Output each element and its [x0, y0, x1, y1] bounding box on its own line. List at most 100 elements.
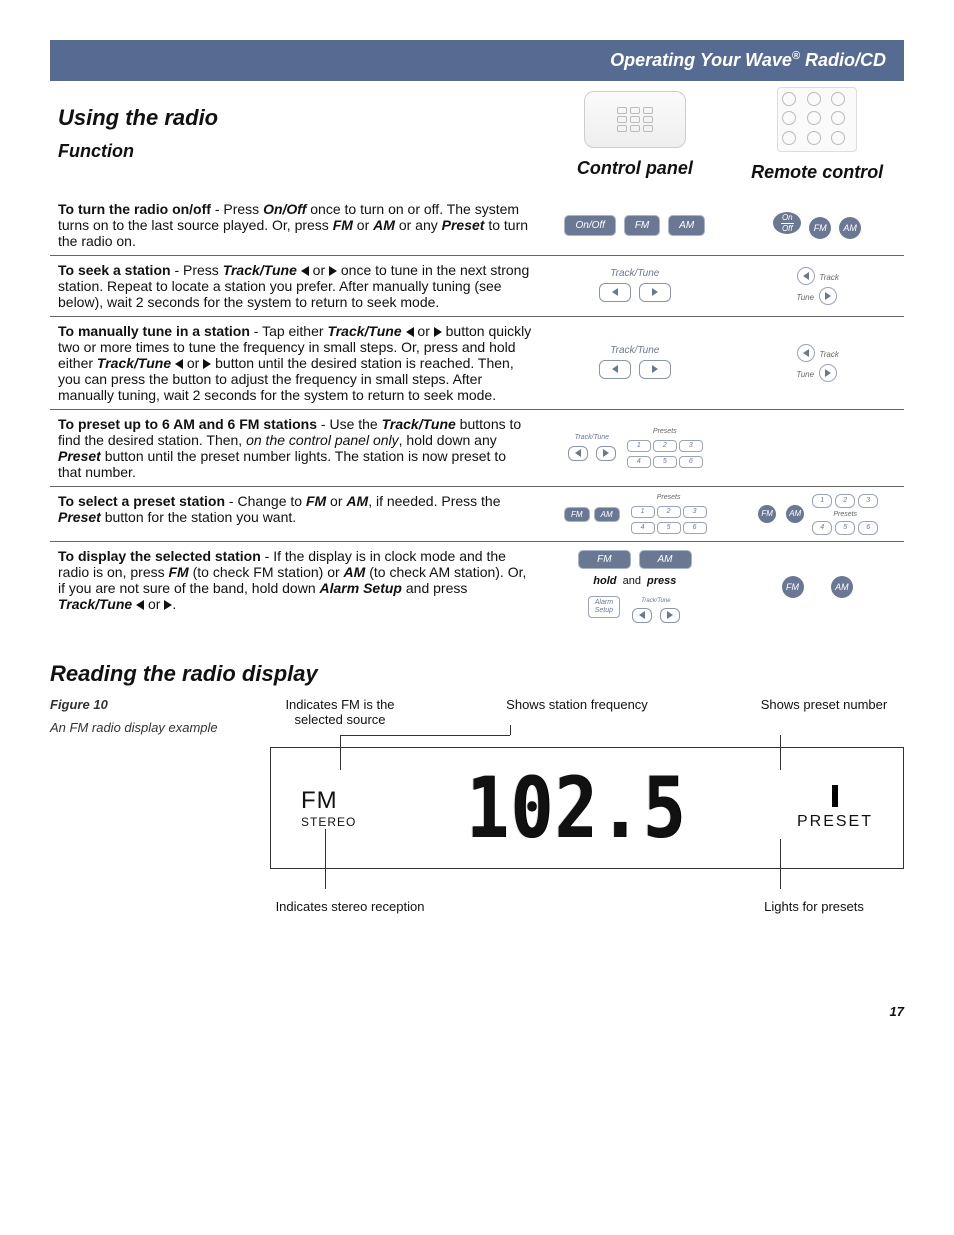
cp-track-prev[interactable]: [632, 608, 652, 623]
triangle-right-icon: [164, 600, 172, 610]
cp-track-next[interactable]: [639, 283, 671, 302]
function-cell: To turn the radio on/off - Press On/Off …: [50, 195, 539, 256]
triangle-left-icon: [612, 288, 618, 296]
triangle-right-icon: [434, 327, 442, 337]
rc-preset-4[interactable]: 4: [812, 521, 832, 535]
cp-fm-button[interactable]: FM: [564, 507, 590, 522]
hold-and-press: hold and press: [547, 575, 722, 587]
cp-preset-3[interactable]: 3: [679, 440, 703, 452]
cp-track-next[interactable]: [660, 608, 680, 623]
cp-fm-button[interactable]: FM: [624, 215, 660, 236]
remote-cell: FM AM: [730, 542, 904, 632]
cp-alarm-setup[interactable]: AlarmSetup: [588, 596, 620, 618]
lcd-frame: FM STEREO 102.5 PRESET: [270, 747, 904, 869]
radio-function-table: Using the radio Function Control panel R…: [50, 81, 904, 631]
figure-label: Figure 10: [50, 697, 250, 712]
cp-fmam: FM AM: [562, 504, 622, 524]
function-lead: To select a preset station: [58, 493, 225, 509]
cp-preset-6[interactable]: 6: [683, 522, 707, 534]
function-cell: To manually tune in a station - Tap eith…: [50, 317, 539, 410]
rc-preset-6[interactable]: 6: [858, 521, 878, 535]
section2-title: Reading the radio display: [50, 661, 904, 687]
control-panel-cell: Track/Tune: [539, 256, 730, 317]
page: Operating Your Wave® Radio/CD Using the …: [0, 0, 954, 1059]
cp-preset-5[interactable]: 5: [653, 456, 677, 468]
rc-preset-2[interactable]: 2: [835, 494, 855, 508]
callouts-bottom: Indicates stereo reception Lights for pr…: [270, 899, 904, 914]
triangle-right-icon: [652, 288, 658, 296]
cp-track-prev[interactable]: [568, 446, 588, 461]
rc-track-next[interactable]: [819, 364, 837, 382]
function-cell: To display the selected station - If the…: [50, 542, 539, 632]
cp-preset-2[interactable]: 2: [653, 440, 677, 452]
triangle-left-icon: [301, 266, 309, 276]
rc-track-prev[interactable]: [797, 344, 815, 362]
rc-preset-1[interactable]: 1: [812, 494, 832, 508]
cp-track-next[interactable]: [596, 446, 616, 461]
table-row: To turn the radio on/off - Press On/Off …: [50, 195, 904, 256]
column-header-remote: Remote control: [738, 162, 896, 183]
rc-fm-button[interactable]: FM: [758, 505, 776, 523]
control-panel-cell: On/Off FM AM: [539, 195, 730, 256]
lcd-preset-bar: [832, 785, 838, 807]
cp-onoff-button[interactable]: On/Off: [564, 215, 615, 236]
remote-cell: FM AM 1 2 3 Presets 4 5 6: [730, 487, 904, 542]
cp-track-prev[interactable]: [599, 283, 631, 302]
rc-am-button[interactable]: AM: [786, 505, 804, 523]
table-row: To display the selected station - If the…: [50, 542, 904, 632]
cp-preset-2[interactable]: 2: [657, 506, 681, 518]
cp-tracktune-mini: Track/Tune: [566, 434, 618, 463]
rc-am-button[interactable]: AM: [831, 576, 853, 598]
cp-preset-grid: Presets 123 456: [626, 427, 704, 469]
cp-preset-3[interactable]: 3: [683, 506, 707, 518]
cp-am-button[interactable]: AM: [594, 507, 620, 522]
cp-preset-1[interactable]: 1: [631, 506, 655, 518]
table-row: To preset up to 6 AM and 6 FM stations -…: [50, 410, 904, 487]
cp-track-prev[interactable]: [599, 360, 631, 379]
rc-track-prev[interactable]: [797, 267, 815, 285]
rc-preset-5[interactable]: 5: [835, 521, 855, 535]
remote-cell: TrackTune: [730, 317, 904, 410]
rc-onoff-button[interactable]: OnOff: [773, 212, 801, 234]
remote-thumb: [777, 87, 857, 152]
control-panel-thumb: [584, 91, 686, 148]
rc-fm-button[interactable]: FM: [782, 576, 804, 598]
cp-preset-5[interactable]: 5: [657, 522, 681, 534]
table-row: To manually tune in a station - Tap eith…: [50, 317, 904, 410]
cp-preset-4[interactable]: 4: [631, 522, 655, 534]
table-row: To select a preset station - Change to F…: [50, 487, 904, 542]
cp-fm-button[interactable]: FM: [578, 550, 630, 569]
lcd-stereo: STEREO: [301, 815, 356, 829]
triangle-left-icon: [639, 611, 645, 619]
callout-preset-number: Shows preset number: [744, 697, 904, 727]
cp-tracktune-mini: Track/Tune: [630, 589, 682, 625]
cp-track-next[interactable]: [639, 360, 671, 379]
triangle-right-icon: [825, 292, 831, 300]
triangle-right-icon: [825, 369, 831, 377]
triangle-right-icon: [603, 449, 609, 457]
cp-preset-4[interactable]: 4: [627, 456, 651, 468]
remote-cell: TrackTune: [730, 256, 904, 317]
cp-am-button[interactable]: AM: [639, 550, 692, 569]
lcd-preset-label: PRESET: [797, 813, 873, 831]
section-title: Using the radio: [58, 105, 531, 131]
rc-fm-button[interactable]: FM: [809, 217, 831, 239]
triangle-right-icon: [203, 359, 211, 369]
rc-preset-grid: 1 2 3 Presets 4 5 6: [812, 494, 878, 535]
rc-track-next[interactable]: [819, 287, 837, 305]
triangle-right-icon: [329, 266, 337, 276]
triangle-left-icon: [136, 600, 144, 610]
control-panel-cell: Track/Tune: [539, 317, 730, 410]
cp-am-button[interactable]: AM: [668, 215, 705, 236]
function-lead: To display the selected station: [58, 548, 261, 564]
callouts-top: Indicates FM is the selected source Show…: [270, 697, 904, 727]
rc-am-button[interactable]: AM: [839, 217, 861, 239]
function-cell: To select a preset station - Change to F…: [50, 487, 539, 542]
rc-preset-3[interactable]: 3: [858, 494, 878, 508]
callout-frequency: Shows station frequency: [487, 697, 667, 727]
cp-preset-6[interactable]: 6: [679, 456, 703, 468]
triangle-left-icon: [575, 449, 581, 457]
control-panel-cell: FMAM Presets 123 456: [539, 487, 730, 542]
cp-preset-1[interactable]: 1: [627, 440, 651, 452]
remote-cell: [730, 410, 904, 487]
